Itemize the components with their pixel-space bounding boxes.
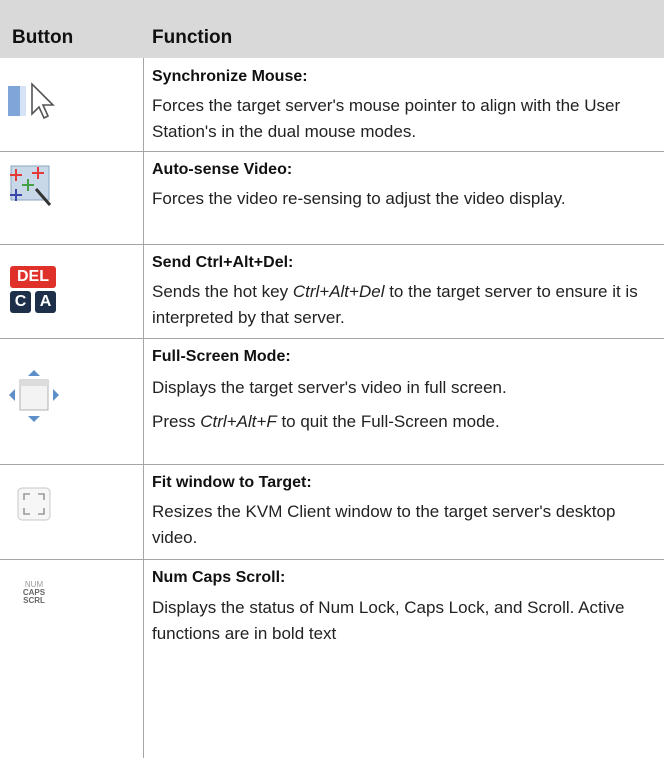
hotkey-text: Ctrl+Alt+Del bbox=[292, 282, 385, 301]
row-title: Synchronize Mouse bbox=[152, 68, 303, 85]
row-title: Auto-sense Video bbox=[152, 161, 287, 178]
scrl-label: SCRL bbox=[23, 596, 45, 605]
row-title: Full-Screen Mode bbox=[152, 348, 286, 365]
table-row: NUM CAPS SCRL Num Caps Scroll: Displays … bbox=[0, 559, 664, 758]
row-description: Resizes the KVM Client window to the tar… bbox=[152, 502, 616, 547]
num-caps-scroll-icon[interactable]: NUM CAPS SCRL bbox=[14, 581, 54, 605]
colon: : bbox=[288, 254, 294, 271]
colon: : bbox=[286, 161, 293, 178]
desc-text: Press bbox=[152, 412, 201, 431]
header-button: Button bbox=[12, 27, 74, 48]
table-row: Full-Screen Mode: Displays the target se… bbox=[0, 338, 664, 465]
row-description: Displays the target server's video in fu… bbox=[152, 378, 507, 397]
ctrl-alt-del-icon[interactable]: DEL C A bbox=[10, 266, 56, 316]
full-screen-icon[interactable] bbox=[8, 368, 60, 429]
table-row: Auto-sense Video: Forces the video re-se… bbox=[0, 151, 664, 245]
a-key: A bbox=[35, 291, 56, 313]
row-description: Forces the target server's mouse pointer… bbox=[152, 96, 621, 141]
fit-window-icon[interactable] bbox=[14, 484, 54, 529]
row-title: Send Ctrl+Alt+Del bbox=[152, 254, 289, 271]
desc-text: to quit the Full-Screen mode. bbox=[276, 412, 500, 431]
table-row: Fit window to Target: Resizes the KVM Cl… bbox=[0, 464, 664, 560]
colon: : bbox=[285, 348, 291, 365]
desc-text: Sends the hot key bbox=[152, 282, 293, 301]
row-title: Num Caps Scroll: bbox=[152, 569, 286, 586]
row-description: Forces the video re-sensing to adjust th… bbox=[152, 189, 566, 208]
table-row: Synchronize Mouse: Forces the target ser… bbox=[0, 58, 664, 152]
del-key: DEL bbox=[10, 266, 56, 288]
table-header: Button Function bbox=[0, 0, 664, 58]
function-table: Button Function Synchronize Mouse: Force… bbox=[0, 0, 664, 758]
ctrl-alt-del-graphic: DEL C A bbox=[10, 266, 56, 316]
c-key: C bbox=[10, 291, 31, 313]
row-description: Displays the status of Num Lock, Caps Lo… bbox=[152, 598, 625, 643]
colon: : bbox=[302, 68, 308, 85]
header-function: Function bbox=[152, 27, 233, 48]
auto-sense-video-icon[interactable] bbox=[8, 161, 58, 216]
row-description-2: Press Ctrl+Alt+F to quit the Full-Screen… bbox=[152, 409, 652, 435]
colon: : bbox=[306, 474, 312, 491]
hotkey-text: Ctrl+Alt+F bbox=[200, 412, 277, 431]
sync-mouse-icon[interactable] bbox=[8, 70, 60, 127]
row-title: Fit window to Target bbox=[152, 474, 307, 491]
row-description: Sends the hot key Ctrl+Alt+Del to the ta… bbox=[152, 279, 642, 331]
table-row: DEL C A Send Ctrl+Alt+Del: Sends the hot… bbox=[0, 244, 664, 339]
